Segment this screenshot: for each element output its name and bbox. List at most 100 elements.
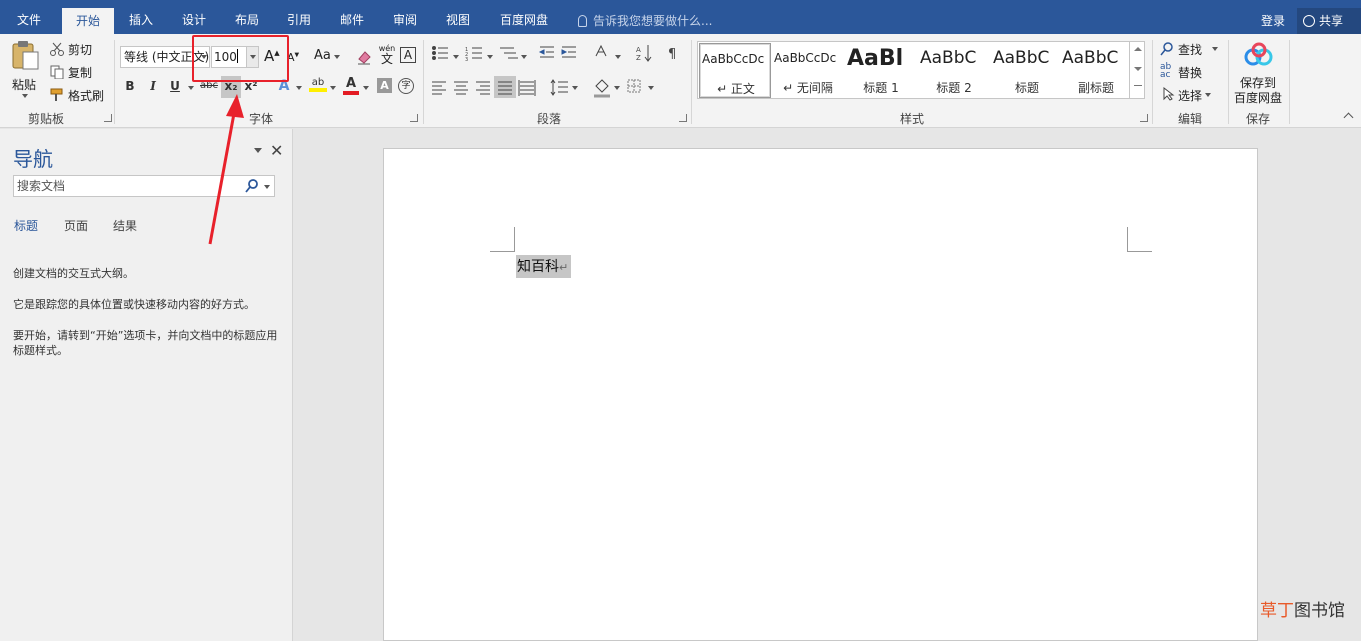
numbering-dropdown-icon[interactable]: [487, 55, 493, 59]
tell-me-box[interactable]: 告诉我您想要做什么...: [578, 12, 712, 29]
lightbulb-icon: [578, 15, 587, 27]
document-selected-text[interactable]: 知百科↵: [516, 255, 572, 278]
italic-button[interactable]: I: [145, 79, 161, 93]
save-to-baidu-button[interactable]: 保存到 百度网盘: [1232, 40, 1286, 106]
style-heading-2[interactable]: AaBbC 标题 2: [918, 43, 990, 98]
char-border-button[interactable]: A: [400, 47, 416, 63]
line-spacing-dropdown-icon[interactable]: [572, 86, 578, 90]
phonetic-guide-button[interactable]: wén 文: [378, 45, 396, 66]
copy-button[interactable]: 复制: [50, 63, 98, 81]
style-no-spacing[interactable]: AaBbCcDc ↵ 无间隔: [772, 43, 844, 98]
format-painter-button[interactable]: 格式刷: [50, 86, 106, 104]
underline-dropdown-icon[interactable]: [188, 86, 194, 90]
show-marks-icon: ¶: [668, 47, 676, 62]
borders-dropdown-icon[interactable]: [648, 86, 654, 90]
styles-group-label: 样式: [900, 112, 925, 126]
tab-layout[interactable]: 布局: [224, 0, 270, 34]
search-dropdown-icon[interactable]: [264, 185, 270, 189]
document-text: 知百科: [517, 259, 559, 275]
bullets-dropdown-icon[interactable]: [453, 55, 459, 59]
change-case-button[interactable]: Aa: [314, 48, 331, 63]
tab-baidu-netdisk[interactable]: 百度网盘: [491, 0, 557, 34]
nav-message-2: 它是跟踪您的具体位置或快速移动内容的好方式。: [13, 298, 255, 311]
select-button[interactable]: 选择: [1160, 86, 1220, 104]
tab-references[interactable]: 引用: [276, 0, 322, 34]
clipboard-launcher-icon[interactable]: [104, 114, 112, 122]
share-label: 共享: [1319, 14, 1344, 28]
style-normal[interactable]: AaBbCcDc ↵ 正文: [699, 43, 771, 98]
group-divider: [1152, 40, 1153, 124]
login-link[interactable]: 登录: [1261, 12, 1285, 29]
replace-button[interactable]: ab ac 替换: [1160, 63, 1220, 81]
paste-button[interactable]: 粘贴: [8, 40, 42, 98]
bullets-icon: [432, 46, 448, 60]
scroll-up-icon[interactable]: [1134, 47, 1142, 51]
cursor-arrow-icon: [1163, 87, 1175, 101]
find-button[interactable]: 查找: [1160, 40, 1220, 58]
select-label: 选择: [1178, 89, 1203, 103]
multilevel-dropdown-icon[interactable]: [521, 55, 527, 59]
crop-mark-left: [490, 227, 515, 252]
tab-review[interactable]: 审阅: [382, 0, 428, 34]
scissors-icon: [50, 42, 64, 56]
style-heading-1[interactable]: AaBl 标题 1: [845, 43, 917, 98]
enclose-char-button[interactable]: 字: [398, 78, 414, 94]
svg-text:Z: Z: [636, 54, 641, 62]
group-divider: [114, 40, 115, 124]
styles-launcher-icon[interactable]: [1140, 114, 1148, 122]
char-shading-button[interactable]: A: [377, 78, 392, 93]
tab-design[interactable]: 设计: [171, 0, 217, 34]
editing-group-label: 编辑: [1178, 112, 1203, 126]
document-page[interactable]: [383, 148, 1258, 641]
underline-button[interactable]: U: [167, 79, 183, 93]
style-sample: AaBbCcDc: [702, 52, 765, 66]
search-icon: [1160, 42, 1173, 56]
font-color-button[interactable]: A: [343, 76, 359, 95]
align-right-icon: [476, 81, 490, 95]
crop-mark-right: [1127, 227, 1152, 252]
style-subtitle[interactable]: AaBbC 副标题: [1060, 43, 1132, 98]
nav-tab-pages[interactable]: 页面: [64, 217, 88, 234]
cut-button[interactable]: 剪切: [50, 40, 98, 58]
nav-search-placeholder: 搜索文档: [17, 179, 66, 193]
style-title[interactable]: AaBbC 标题: [991, 43, 1063, 98]
tab-mailings[interactable]: 邮件: [329, 0, 375, 34]
clear-formatting-icon[interactable]: [356, 49, 372, 65]
highlight-button[interactable]: ab: [309, 77, 327, 92]
select-dropdown-icon: [1205, 93, 1211, 97]
bold-button[interactable]: B: [122, 79, 138, 93]
highlight-dropdown-icon[interactable]: [330, 86, 336, 90]
tab-home[interactable]: 开始: [62, 8, 114, 34]
asian-layout-dropdown-icon[interactable]: [615, 55, 621, 59]
save-line2: 百度网盘: [1234, 91, 1283, 105]
copy-label: 复制: [68, 66, 93, 80]
more-styles-icon[interactable]: [1134, 85, 1142, 86]
borders-icon: [627, 79, 641, 93]
nav-tab-headings[interactable]: 标题: [14, 217, 38, 234]
style-name: 副标题: [1077, 81, 1114, 95]
styles-scroll[interactable]: [1129, 41, 1145, 99]
share-button[interactable]: 共享: [1297, 8, 1361, 34]
scroll-down-icon[interactable]: [1134, 67, 1142, 71]
font-size-highlight-box: [192, 35, 289, 82]
shading-dropdown-icon[interactable]: [614, 86, 620, 90]
tab-view[interactable]: 视图: [435, 0, 481, 34]
tab-file[interactable]: 文件: [0, 0, 58, 34]
tab-insert[interactable]: 插入: [118, 0, 164, 34]
font-launcher-icon[interactable]: [410, 114, 418, 122]
style-sample: AaBbCcDc: [774, 51, 837, 65]
title-tab-bar: 文件 开始 插入 设计 布局 引用 邮件 审阅 视图 百度网盘 告诉我您想要做什…: [0, 0, 1361, 34]
close-icon[interactable]: ✕: [270, 141, 283, 160]
paragraph-launcher-icon[interactable]: [679, 114, 687, 122]
phonetic-char: 文: [380, 52, 393, 66]
nav-tab-results[interactable]: 结果: [113, 217, 137, 234]
font-color-dropdown-icon[interactable]: [363, 86, 369, 90]
change-case-dropdown-icon[interactable]: [334, 55, 340, 59]
copy-icon: [50, 65, 64, 79]
collapse-ribbon-icon[interactable]: [1343, 112, 1354, 123]
group-divider: [1289, 40, 1290, 124]
text-effects-dropdown-icon[interactable]: [296, 86, 302, 90]
clipboard-group-label: 剪贴板: [28, 112, 65, 126]
multilevel-list-icon: [500, 47, 518, 59]
asian-layout-icon: [595, 44, 607, 57]
